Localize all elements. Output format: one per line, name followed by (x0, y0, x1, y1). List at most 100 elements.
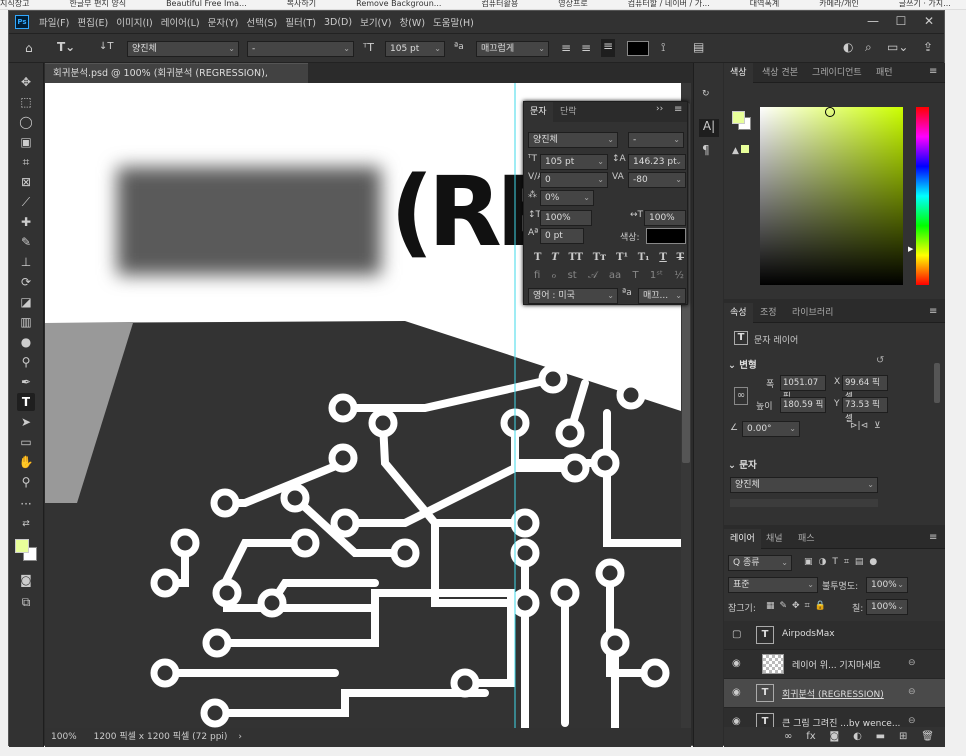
dodge-tool-icon[interactable]: ⚲ (17, 353, 35, 371)
char-font-style-select[interactable]: - ⌄ (628, 132, 684, 148)
crop-tool-icon[interactable]: ⌗ (17, 153, 35, 171)
menu-select[interactable]: 선택(S) (242, 15, 281, 29)
panel-collapse-icon[interactable]: ›› (656, 104, 663, 114)
tab-paragraph[interactable]: 단락 (554, 102, 583, 122)
eyedropper-tool-icon[interactable]: ⟋ (17, 193, 35, 211)
link-wh-icon[interactable]: ∞ (734, 387, 748, 405)
warp-text-icon[interactable]: ⟟ (661, 40, 665, 55)
underline-button[interactable]: T (659, 252, 666, 266)
layer-row[interactable]: ◉ T 큰 그림 그려진 ...by wence... ⊖ (724, 708, 945, 727)
char-size-field[interactable]: 105 pt ⌄ (540, 154, 608, 170)
width-field[interactable]: 1051.07 픽 (780, 375, 826, 402)
layer-row[interactable]: ◉ T 회귀분석 (REGRESSION) ⊖ (724, 679, 945, 708)
angle-field[interactable]: 0.00° ⌄ (742, 421, 800, 437)
bookmark-item[interactable]: 한글부 편지 양식 (69, 0, 126, 8)
document-tab[interactable]: 회귀분석.psd @ 100% (회귀분석 (REGRESSION), RGB/… (45, 63, 308, 99)
bookmark-item[interactable]: 영상프로 (558, 0, 587, 8)
close-button[interactable]: ✕ (915, 11, 943, 31)
quick-select-tool-icon[interactable]: ▣ (17, 133, 35, 151)
language-select[interactable]: 영어 : 미국 ⌄ (528, 288, 618, 304)
panel-menu-icon[interactable]: ≡ (674, 104, 682, 115)
faux-italic-button[interactable]: T (551, 252, 558, 266)
discretionary-icon[interactable]: st (568, 270, 577, 284)
color-fg-swatch[interactable] (732, 111, 745, 124)
bookmark-item[interactable]: 지식창고 (0, 0, 29, 8)
properties-scrollbar[interactable] (934, 363, 940, 403)
eye-hidden-icon[interactable]: ▢ (732, 629, 741, 640)
char-baseline-field[interactable]: 0 pt (540, 228, 584, 244)
char-hscale-field[interactable]: 100% (644, 210, 686, 226)
text-orientation-icon[interactable]: ↓T (99, 41, 114, 52)
frame-tool-icon[interactable]: ⊠ (17, 173, 35, 191)
fill-field[interactable]: 100% ⌄ (866, 599, 908, 615)
menu-layer[interactable]: 레이어(L) (157, 15, 204, 29)
char-tracking-field[interactable]: -80 ⌄ (628, 172, 686, 188)
layer-name[interactable]: 회귀분석 (REGRESSION) (782, 687, 884, 700)
tab-pattern[interactable]: 패턴 (870, 63, 899, 83)
maximize-button[interactable]: ☐ (887, 11, 915, 31)
character-section-header[interactable]: ⌄ 문자 (728, 457, 757, 471)
type-tool-preset-icon[interactable]: T⌄ (57, 40, 75, 54)
menu-3d[interactable]: 3D(D) (320, 17, 356, 28)
pen-tool-icon[interactable]: ✒ (17, 373, 35, 391)
history-panel-icon[interactable]: ↻ (702, 89, 710, 99)
char-tsume-field[interactable]: 0% ⌄ (540, 190, 594, 206)
flip-horizontal-icon[interactable]: ⊳|⊲ (850, 421, 868, 431)
layer-style-icon[interactable]: fx (806, 731, 815, 745)
char-color-swatch[interactable] (646, 228, 686, 244)
swap-colors-icon[interactable]: ⇄ (17, 515, 35, 533)
blend-mode-select[interactable]: 표준 ⌄ (728, 577, 818, 593)
foreground-color-swatch[interactable] (15, 539, 29, 553)
delete-layer-icon[interactable]: 🗑 (921, 731, 934, 745)
align-right-icon[interactable]: ≡ (601, 39, 615, 57)
properties-font-select[interactable]: 양진체 ⌄ (730, 477, 878, 493)
reset-transform-icon[interactable]: ↺ (876, 355, 884, 366)
menu-window[interactable]: 창(W) (395, 15, 429, 29)
font-style-select[interactable]: - ⌄ (247, 41, 354, 57)
status-zoom[interactable]: 100% (51, 732, 77, 742)
tab-character[interactable]: 문자 (524, 102, 553, 122)
minimize-button[interactable]: — (859, 11, 887, 31)
rectangle-tool-icon[interactable]: ▭ (17, 433, 35, 451)
zoom-tool-icon[interactable]: ⚲ (17, 473, 35, 491)
font-size-field[interactable]: 105 pt ⌄ (385, 41, 445, 57)
flip-vertical-icon[interactable]: ⊻ (874, 421, 881, 431)
stylistic-icon[interactable]: aa (609, 270, 621, 284)
hue-slider[interactable] (916, 107, 929, 285)
bookmark-item[interactable]: 글쓰기 · 가치... (899, 0, 951, 8)
properties-menu-icon[interactable]: ≡ (929, 306, 937, 317)
brush-tool-icon[interactable]: ✎ (17, 233, 35, 251)
all-caps-button[interactable]: TT (568, 252, 583, 266)
tab-adjustments[interactable]: 조정 (754, 303, 783, 323)
color-field[interactable] (760, 107, 903, 285)
search-icon[interactable]: ⌕ (865, 40, 872, 55)
menu-edit[interactable]: 편집(E) (73, 15, 112, 29)
layer-name[interactable]: 레이어 위... 기지마세요 (792, 658, 881, 671)
bookmark-item[interactable]: 카메라/개인 (819, 0, 859, 8)
char-font-family-select[interactable]: 양진체 ⌄ (528, 132, 618, 148)
opacity-field[interactable]: 100% ⌄ (866, 577, 908, 593)
blur-tool-icon[interactable]: ● (17, 333, 35, 351)
tab-libraries[interactable]: 라이브러리 (786, 303, 839, 323)
tab-channels[interactable]: 채널 (760, 529, 789, 549)
panels-toggle-icon[interactable]: ▤ (693, 40, 704, 54)
tab-swatches[interactable]: 색상 견본 (756, 63, 804, 83)
tab-paths[interactable]: 패스 (792, 529, 821, 549)
menu-help[interactable]: 도움말(H) (429, 15, 478, 29)
bookmark-item[interactable]: 복사하기 (287, 0, 316, 8)
screen-mode-icon[interactable]: ⧉ (17, 593, 35, 611)
new-group-icon[interactable]: ▬ (876, 731, 885, 745)
menu-filter[interactable]: 필터(T) (281, 15, 320, 29)
add-mask-icon[interactable]: ◙ (830, 731, 840, 745)
link-layers-icon[interactable]: ∞ (784, 731, 792, 745)
color-picker-handle[interactable] (825, 107, 835, 117)
properties-font-style-select[interactable] (730, 499, 878, 507)
text-color-swatch[interactable] (627, 41, 649, 56)
transform-section-header[interactable]: ⌄ 변형 (728, 357, 757, 371)
contextual-icon[interactable]: ℴ (552, 270, 557, 284)
y-field[interactable]: 73.53 픽셀 (842, 397, 888, 424)
tab-layers[interactable]: 레이어 (724, 529, 761, 549)
lock-icons[interactable]: ▦✎✥⌗🔒 (766, 601, 831, 611)
type-tool-icon[interactable]: T (17, 393, 35, 411)
marquee-tool-icon[interactable]: ⬚ (17, 93, 35, 111)
